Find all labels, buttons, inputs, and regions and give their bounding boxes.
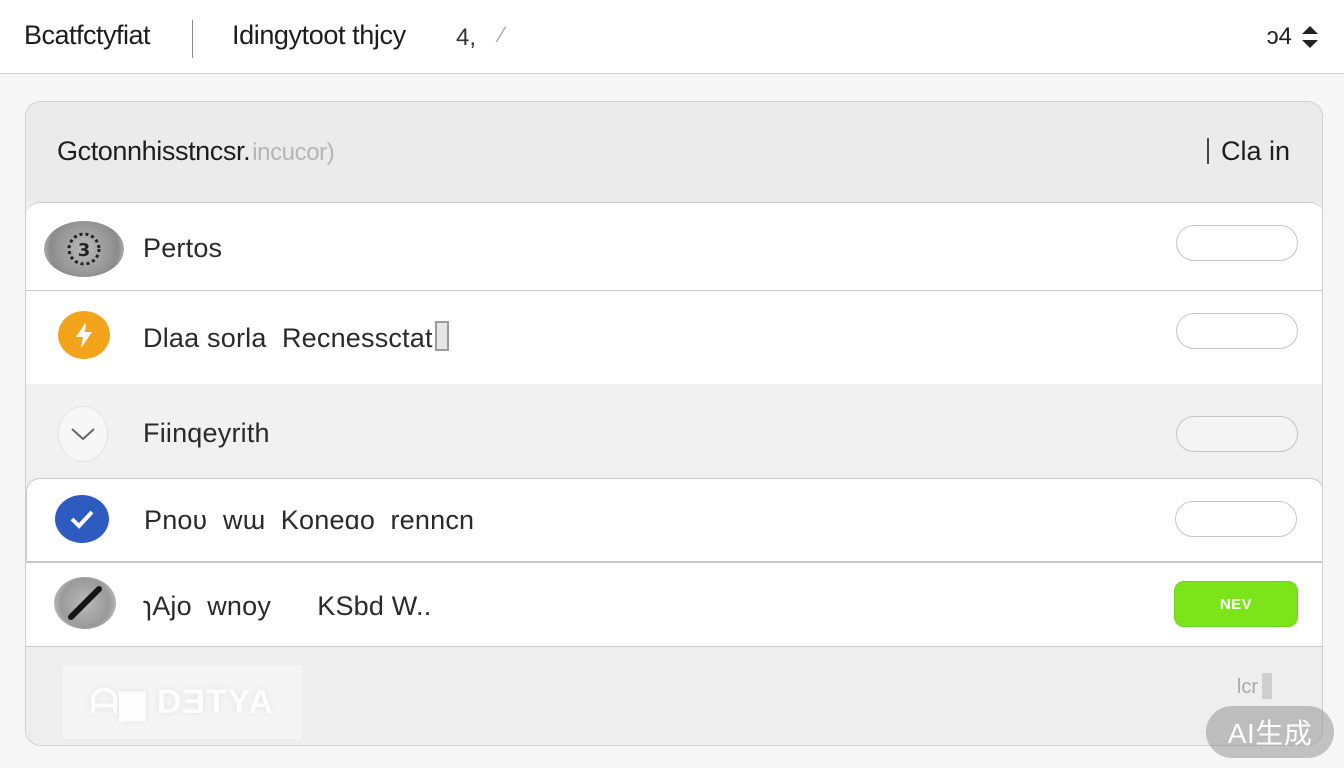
row-label: Pnoʋ wɯ Koneɑo renncn	[144, 505, 475, 535]
list-item[interactable]: 3 Pertos	[26, 202, 1322, 290]
new-badge-button[interactable]: NEV	[1174, 581, 1298, 627]
footer-mark: lcr	[1237, 673, 1272, 699]
slash-icon	[54, 577, 116, 629]
ai-generated-watermark: AI生成	[1206, 706, 1334, 758]
claim-button[interactable]: Cla in	[1207, 136, 1290, 167]
toggle-switch[interactable]	[1176, 313, 1298, 349]
panel-footer: ᗩ▆ DƎTYA lcr	[26, 646, 1322, 745]
toggle-switch[interactable]	[1175, 501, 1297, 537]
sort-icon[interactable]	[1298, 22, 1322, 52]
toggle-switch[interactable]	[1176, 416, 1298, 452]
panel-header: Gctonnhisstncsr.incucor) Cla in	[26, 102, 1322, 202]
footer-mark-bar	[1262, 673, 1272, 699]
subtitle-mark: ⁄	[500, 22, 504, 47]
toggle-switch[interactable]	[1176, 225, 1298, 261]
list-item[interactable]: Dlaa sorla Recnessctat	[26, 290, 1322, 384]
row-label: Dlaa sorla Recnessctat	[143, 321, 449, 354]
gear-icon: 3	[44, 221, 124, 277]
list-item[interactable]: ɿAjo wnoy KSbd W.. NEV	[26, 562, 1322, 646]
sort-control[interactable]: ɔ4	[1267, 22, 1322, 52]
list-item[interactable]: Pnoʋ wɯ Koneɑo renncn	[26, 478, 1322, 562]
row-label: ɿAjo wnoy KSbd W..	[143, 591, 432, 621]
subtitle-count: 4,	[456, 24, 477, 51]
title-divider	[192, 20, 193, 58]
sort-label: ɔ4	[1266, 23, 1292, 50]
bolt-icon	[58, 311, 110, 359]
settings-panel: Gctonnhisstncsr.incucor) Cla in 3 Pertos…	[25, 101, 1323, 746]
row-label: Fiinqeyrith	[143, 418, 270, 448]
text-cursor	[434, 321, 449, 351]
list-item[interactable]: Fiinqeyrith	[26, 384, 1322, 478]
page-subtitle: Idingytoot thjcy	[232, 20, 406, 50]
row-label: Pertos	[143, 233, 223, 263]
panel-title-hint: incucor)	[252, 139, 335, 166]
footer-mark-text: lcr	[1236, 676, 1258, 698]
app-title: Bcatfctyfiat	[24, 20, 151, 50]
top-bar: Bcatfctyfiat Idingytoot thjcy 4, ⁄ ɔ4	[0, 0, 1344, 74]
footer-button[interactable]: ᗩ▆ DƎTYA	[62, 665, 302, 739]
svg-text:3: 3	[78, 240, 91, 261]
panel-title: Gctonnhisstncsr.incucor)	[57, 136, 335, 167]
panel-title-text: Gctonnhisstncsr.	[57, 136, 251, 166]
row-label-text: Dlaa sorla Recnessctat	[143, 323, 433, 353]
chevron-down-icon[interactable]	[58, 406, 108, 462]
check-icon	[55, 495, 109, 543]
